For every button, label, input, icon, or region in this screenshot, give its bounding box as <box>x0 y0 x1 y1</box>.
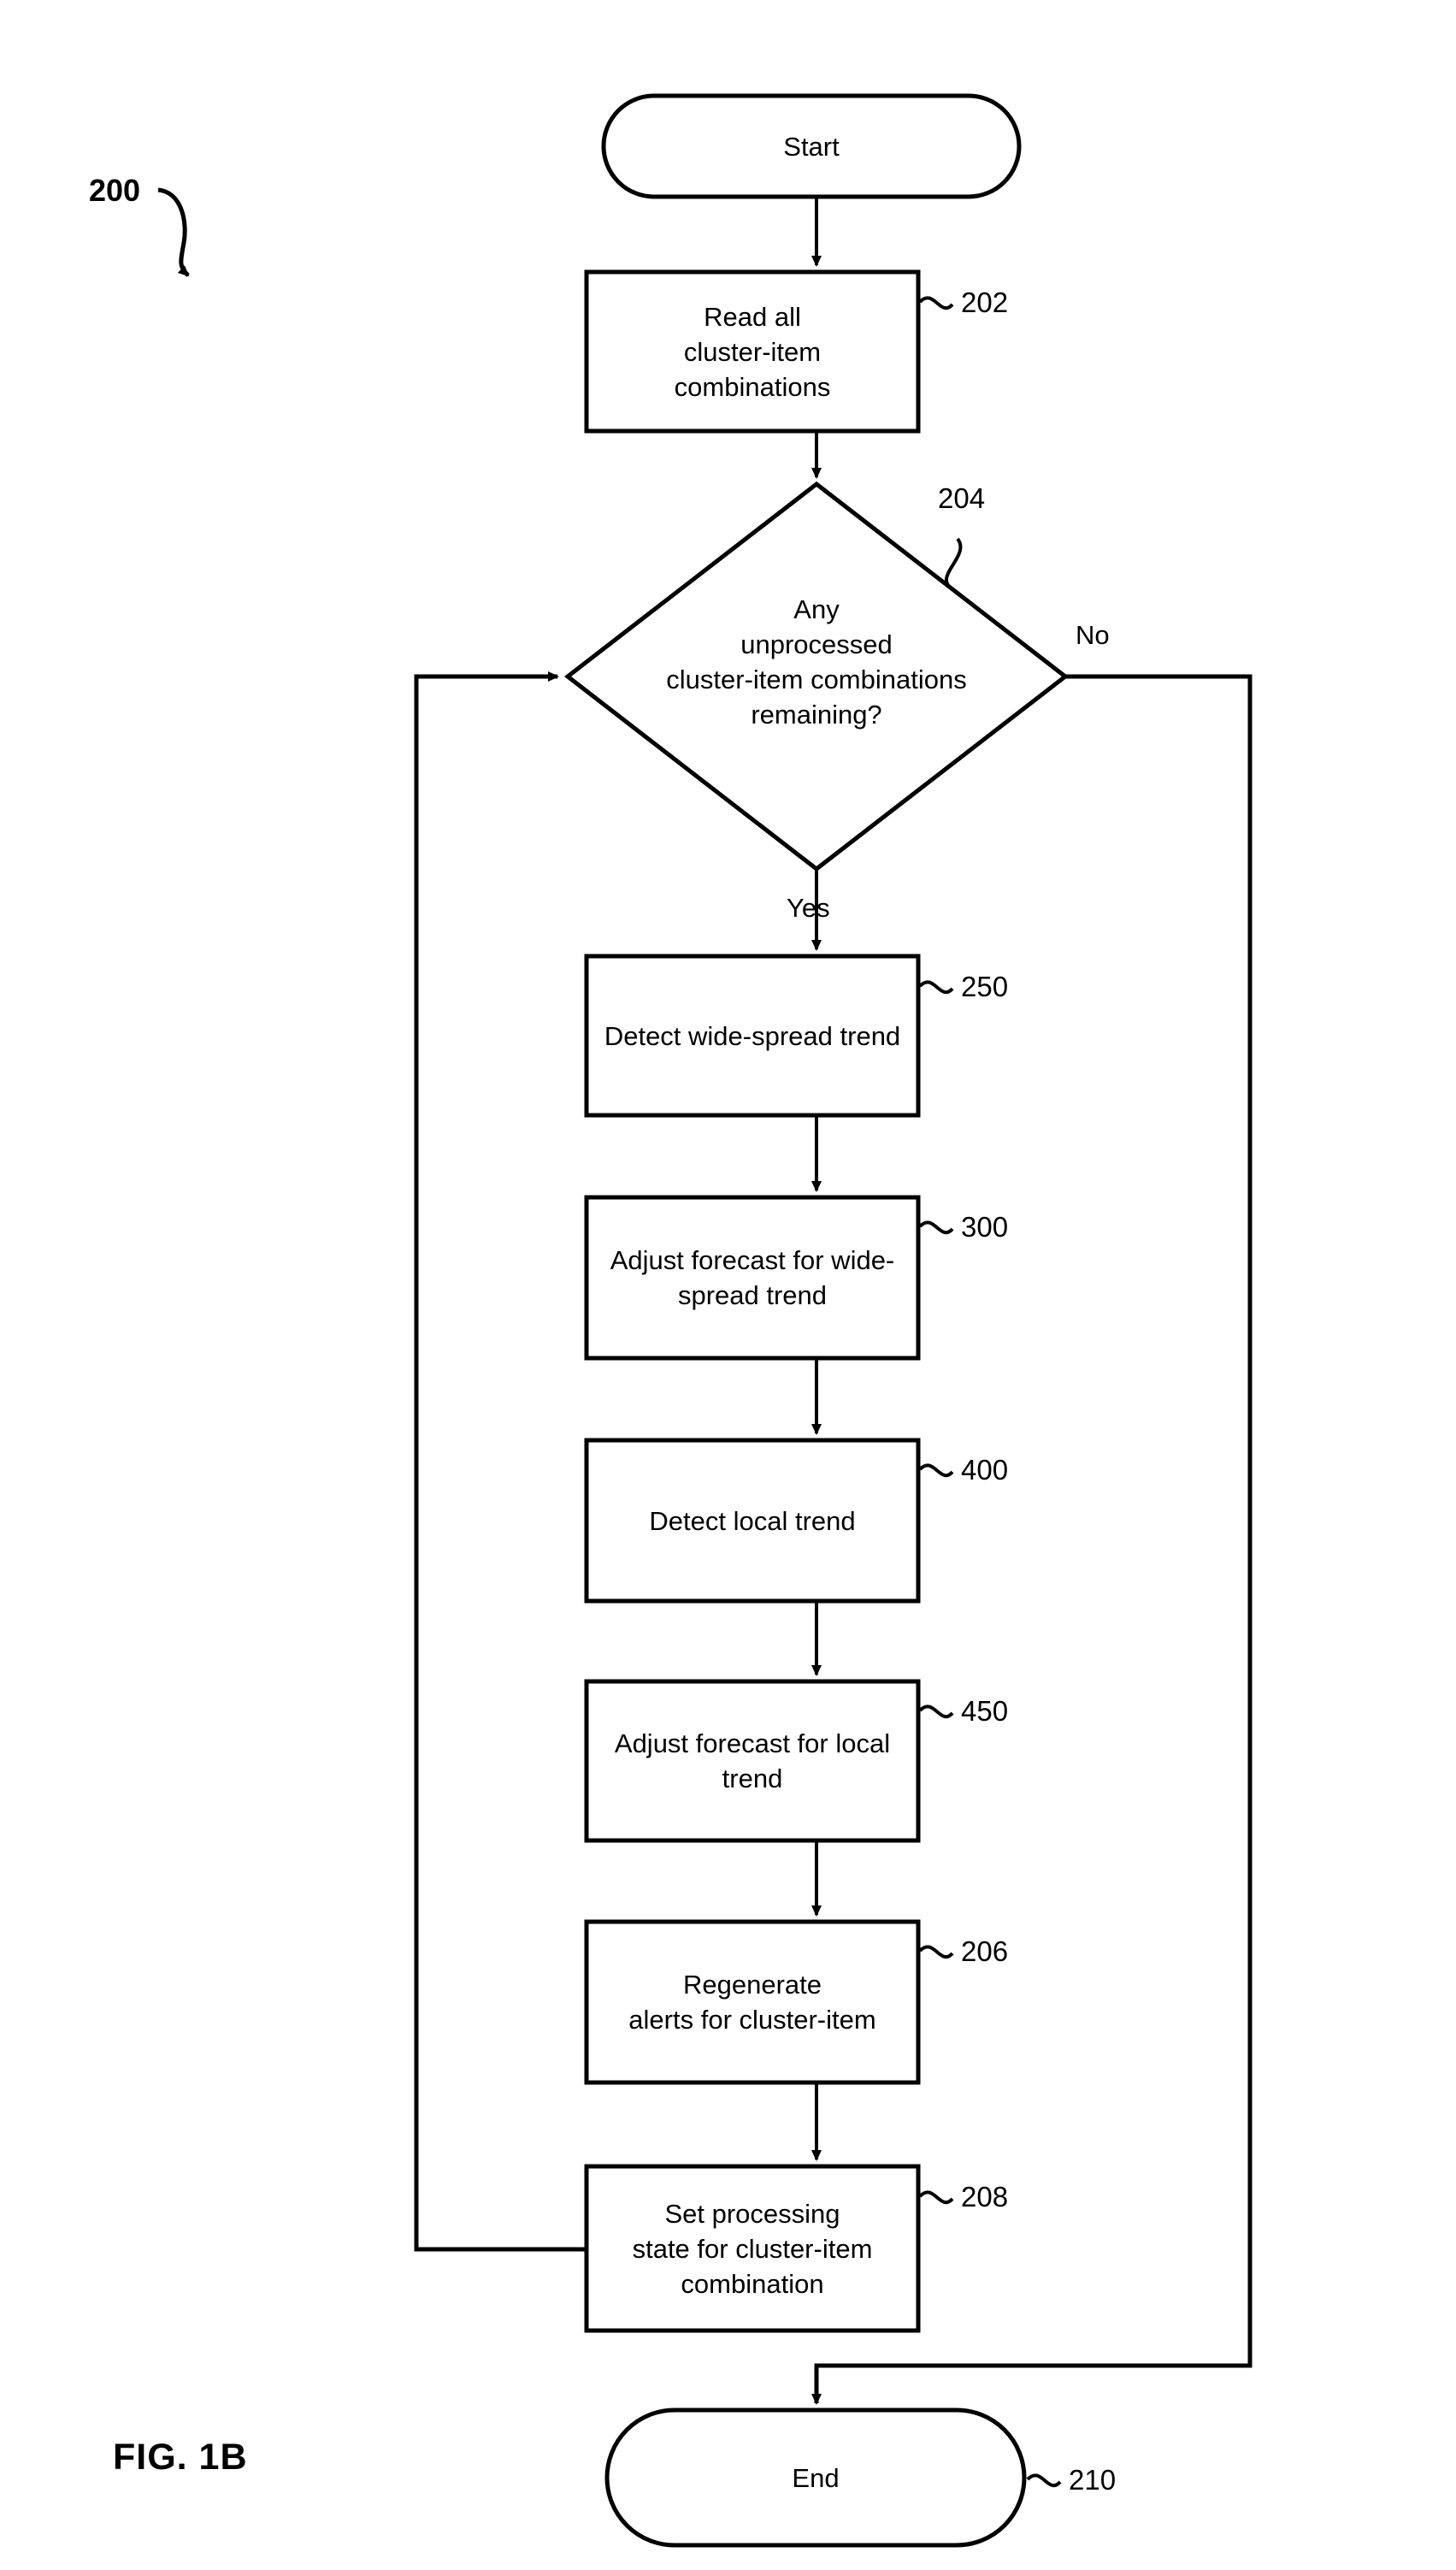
ref-numeral-202: 202 <box>961 287 1009 318</box>
patent-figure-1b: Start Read all cluster-item combinations… <box>0 0 1456 2570</box>
leader-squiggle-400 <box>918 1463 954 1478</box>
ref-numeral-206: 206 <box>961 1935 1009 1967</box>
node-start-shape <box>601 93 1022 199</box>
leader-squiggle-206 <box>918 1945 954 1959</box>
leader-squiggle-210 <box>1026 2473 1062 2488</box>
node-adjust-wide-shape <box>584 1195 921 1361</box>
edge-label-no: No <box>1076 620 1110 650</box>
ref-numeral-400: 400 <box>961 1454 1009 1486</box>
node-decision-shape <box>563 481 1070 872</box>
node-detect-local-shape <box>584 1438 921 1604</box>
system-reference-200: 200 <box>89 173 141 208</box>
leader-squiggle-450 <box>918 1704 954 1719</box>
leader-arrow-200 <box>157 187 190 277</box>
ref-numeral-450: 450 <box>961 1695 1009 1727</box>
node-read-all-shape <box>584 269 921 434</box>
node-regenerate-shape <box>584 1919 921 2085</box>
leader-squiggle-202 <box>918 296 954 310</box>
edge-208-feedback-to-204 <box>414 671 587 2252</box>
ref-numeral-250: 250 <box>961 971 1009 1002</box>
leader-squiggle-300 <box>918 1220 954 1235</box>
edge-label-yes: Yes <box>787 893 830 923</box>
ref-numeral-210: 210 <box>1069 2464 1117 2496</box>
leader-squiggle-250 <box>918 980 954 995</box>
node-adjust-local-shape <box>584 1679 921 1843</box>
node-set-state-shape <box>584 2164 921 2333</box>
leader-squiggle-204 <box>945 537 963 591</box>
node-end-shape <box>604 2408 1027 2548</box>
node-detect-wide-shape <box>584 954 921 1118</box>
ref-numeral-204: 204 <box>938 482 986 514</box>
ref-numeral-208: 208 <box>961 2181 1009 2213</box>
ref-numeral-300: 300 <box>961 1211 1009 1243</box>
flowchart-canvas <box>157 93 1253 2548</box>
leader-squiggle-208 <box>918 2190 954 2205</box>
figure-label: FIG. 1B <box>113 2437 248 2478</box>
